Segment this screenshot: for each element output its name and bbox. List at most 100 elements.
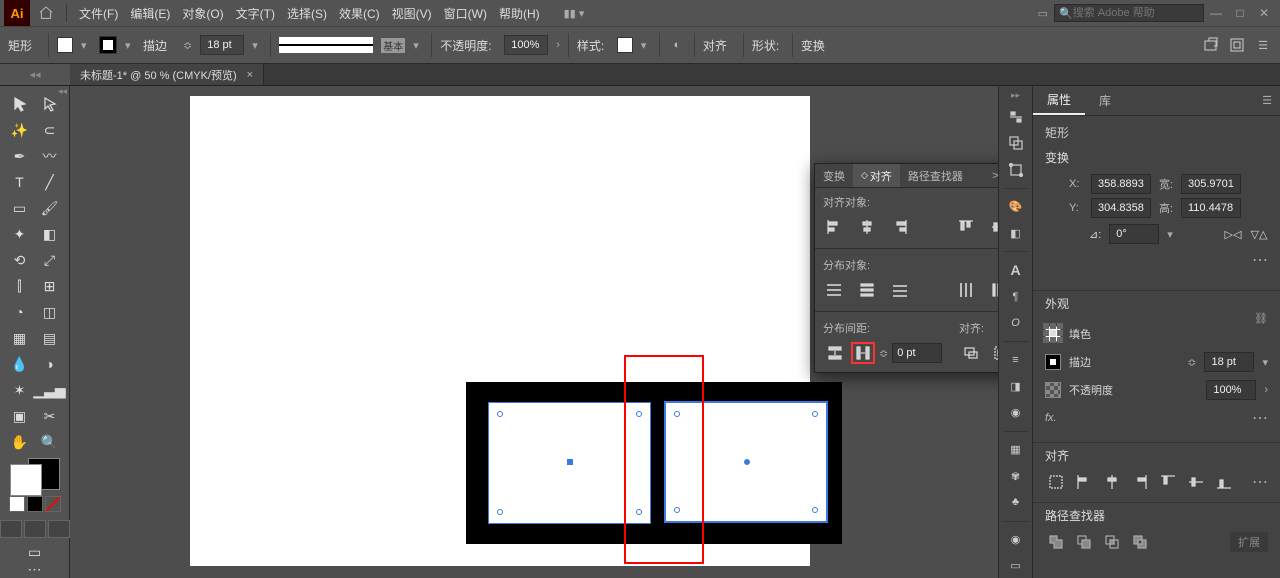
color-mode[interactable] — [9, 496, 25, 512]
dist-hcenter[interactable] — [988, 279, 998, 301]
dist-space-h[interactable] — [851, 342, 875, 364]
p-align-bottom[interactable] — [1213, 472, 1235, 492]
dock-color-icon[interactable]: 🎨 — [1003, 195, 1029, 219]
scale-tool[interactable]: ⤢ — [36, 248, 64, 272]
magic-wand-tool[interactable]: ✨ — [6, 118, 34, 142]
brush-tool[interactable]: 🖌 — [36, 196, 64, 220]
shape-menu-label[interactable]: 形状: — [752, 37, 784, 54]
p-alignto[interactable] — [1045, 472, 1067, 492]
dock-gradient-icon[interactable]: ◧ — [1003, 221, 1029, 245]
dist-top[interactable] — [823, 279, 846, 301]
flip-h-icon[interactable]: ▷◁ — [1224, 225, 1242, 243]
properties-menu-icon[interactable]: ☰ — [1254, 94, 1280, 107]
align-more-icon[interactable]: ⋯ — [1252, 472, 1268, 492]
menu-select[interactable]: 选择(S) — [281, 5, 333, 22]
x-value[interactable]: 358.8893 — [1091, 174, 1151, 194]
rectangle-tool[interactable]: ▭ — [6, 196, 34, 220]
pf-exclude[interactable] — [1129, 532, 1151, 552]
fill-dropdown[interactable]: ▾ — [81, 39, 91, 52]
slice-tool[interactable]: ✂ — [36, 404, 64, 428]
pf-intersect[interactable] — [1101, 532, 1123, 552]
dock-brushes-icon[interactable]: ✾ — [1003, 464, 1029, 488]
w-value[interactable]: 305.9701 — [1181, 174, 1241, 194]
opacity-value[interactable]: 100% — [1206, 380, 1256, 400]
canvas[interactable]: 变换 ◇对齐 路径查找器 >> ☰ 对齐对象: — [70, 86, 998, 578]
dock-swatches-icon[interactable]: ▦ — [1003, 438, 1029, 462]
help-search[interactable]: 🔍 — [1054, 4, 1204, 22]
p-align-right[interactable] — [1129, 472, 1151, 492]
line-tool[interactable]: ╱ — [36, 170, 64, 194]
style-swatch[interactable] — [617, 37, 633, 53]
mesh-tool[interactable]: ▦ — [6, 326, 34, 350]
blend-tool[interactable]: ◑ — [36, 352, 64, 376]
draw-behind[interactable] — [24, 520, 46, 538]
appearance-more-icon[interactable]: ⋯ — [1252, 408, 1268, 428]
align-left[interactable] — [823, 216, 846, 238]
perspective-tool[interactable]: ◫ — [36, 300, 64, 324]
shape-builder-tool[interactable]: ◔ — [6, 300, 34, 324]
gradient-tool[interactable]: ▤ — [36, 326, 64, 350]
gradient-mode[interactable] — [27, 496, 43, 512]
dock-transform-icon[interactable] — [1003, 158, 1029, 182]
shaper-tool[interactable]: ✦ — [6, 222, 34, 246]
stroke-color-swatch[interactable] — [1045, 354, 1061, 370]
rotate-tool[interactable]: ⟲ — [6, 248, 34, 272]
p-align-top[interactable] — [1157, 472, 1179, 492]
dock-artboards-icon[interactable]: ▭ — [1003, 554, 1029, 578]
minimize-button[interactable]: — — [1204, 6, 1228, 20]
screen-mode[interactable]: ▭ — [21, 544, 49, 561]
menu-view[interactable]: 视图(V) — [386, 5, 438, 22]
pf-unite[interactable] — [1045, 532, 1067, 552]
close-tab-icon[interactable]: × — [247, 69, 253, 81]
graph-tool[interactable]: ▁▃▅ — [36, 378, 64, 402]
menu-object[interactable]: 对象(O) — [176, 5, 229, 22]
stroke-value[interactable]: 18 pt — [1204, 352, 1254, 372]
properties-tab[interactable]: 属性 — [1033, 86, 1085, 115]
curvature-tool[interactable]: 〰 — [36, 144, 64, 168]
pen-tool[interactable]: ✒ — [6, 144, 34, 168]
dist-vcenter[interactable] — [856, 279, 879, 301]
dock-stroke-icon[interactable]: ≡ — [1003, 348, 1029, 372]
reference-point[interactable] — [1043, 323, 1065, 345]
free-transform-tool[interactable]: ⊞ — [36, 274, 64, 298]
draw-normal[interactable] — [0, 520, 22, 538]
lasso-tool[interactable]: ⊂ — [36, 118, 64, 142]
dock-collapse-icon[interactable]: ▸▸ — [1011, 90, 1020, 103]
align-vcenter[interactable] — [988, 216, 998, 238]
opacity-field[interactable]: 100% — [504, 35, 548, 55]
eyedropper-tool[interactable]: 💧 — [6, 352, 34, 376]
none-mode[interactable] — [45, 496, 61, 512]
opacity-more-icon[interactable]: › — [556, 39, 560, 51]
menu-window[interactable]: 窗口(W) — [438, 5, 493, 22]
selection-tool[interactable] — [6, 92, 34, 116]
dock-align-icon[interactable] — [1003, 105, 1029, 129]
link-wh-icon[interactable]: ⛓ — [1252, 309, 1270, 327]
menu-help[interactable]: 帮助(H) — [493, 5, 546, 22]
options-icon[interactable]: ☰ — [1254, 36, 1272, 54]
collapse-bar[interactable]: ◂◂ — [0, 64, 70, 85]
p-align-left[interactable] — [1073, 472, 1095, 492]
alignto-keyobject[interactable] — [989, 342, 998, 364]
transform-more-icon[interactable]: ⋯ — [1045, 250, 1268, 270]
p-align-hc[interactable] — [1101, 472, 1123, 492]
stroke-stepper[interactable]: ≎ — [1187, 356, 1196, 369]
dist-left[interactable] — [955, 279, 978, 301]
stroke-profile[interactable] — [279, 37, 373, 53]
opacity-swatch[interactable] — [1045, 382, 1061, 398]
workspace-icon[interactable]: ▭ — [1032, 7, 1054, 20]
dock-appearance-icon[interactable]: ◉ — [1003, 401, 1029, 425]
recolor-icon[interactable]: ◐ — [668, 36, 686, 54]
panel-collapse-icon[interactable]: >> — [986, 170, 998, 182]
flip-v-icon[interactable]: ▽△ — [1250, 225, 1268, 243]
type-tool[interactable]: T — [6, 170, 34, 194]
stroke-swatch[interactable] — [99, 36, 117, 54]
align-hcenter[interactable] — [856, 216, 879, 238]
maximize-button[interactable]: □ — [1228, 6, 1252, 20]
opacity-more[interactable]: › — [1264, 384, 1268, 396]
dock-para-icon[interactable]: ¶ — [1003, 285, 1029, 309]
fx-button[interactable]: fx. — [1045, 412, 1057, 424]
document-tab[interactable]: 未标题-1* @ 50 % (CMYK/预览) × — [70, 64, 264, 85]
angle-value[interactable]: 0° — [1109, 224, 1159, 244]
menu-edit[interactable]: 编辑(E) — [124, 5, 176, 22]
align-right[interactable] — [888, 216, 911, 238]
